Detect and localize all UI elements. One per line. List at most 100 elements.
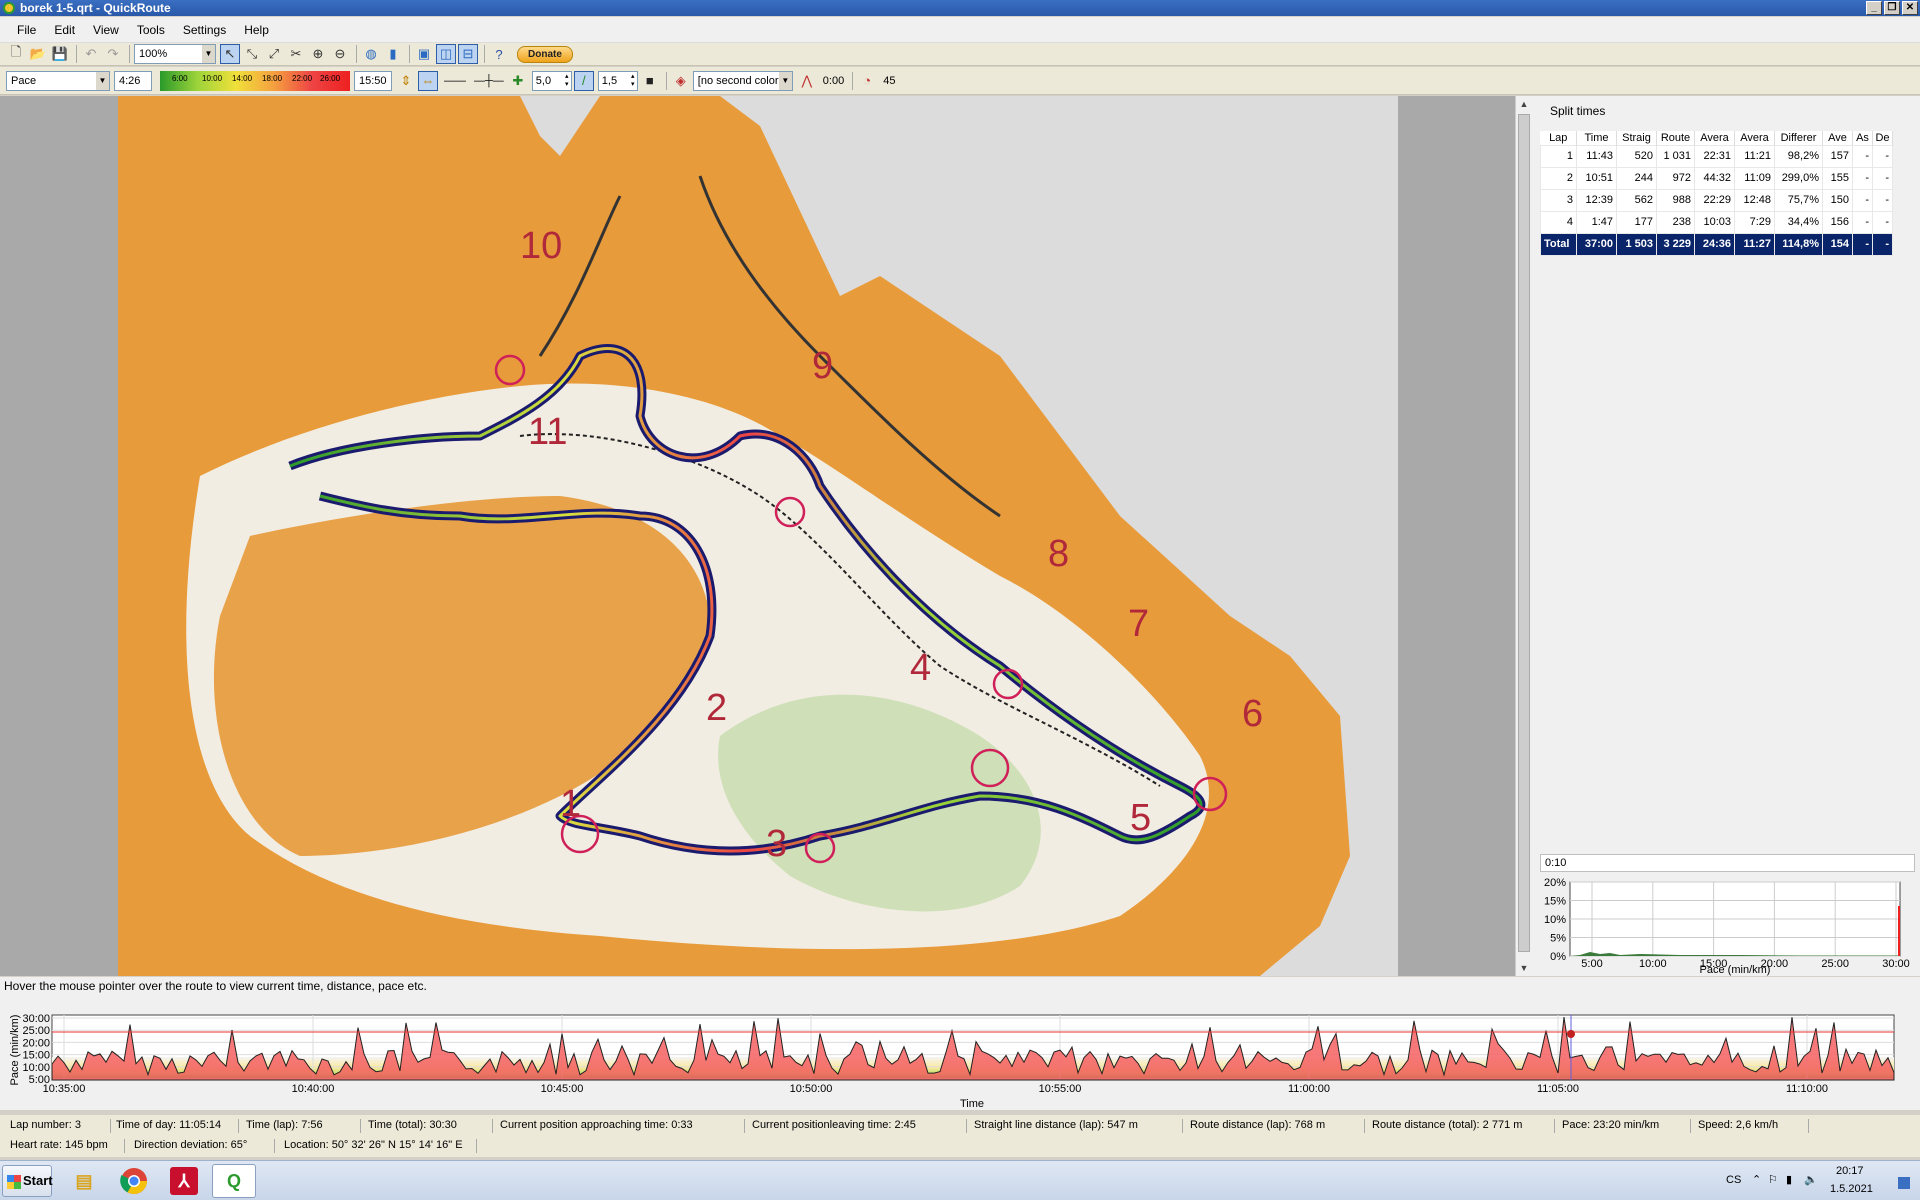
split-cell: 988 — [1656, 188, 1695, 212]
column-header[interactable]: Lap — [1540, 131, 1577, 145]
mask-width-stepper[interactable]: 1,5 — [597, 70, 638, 91]
zoom-route-icon[interactable]: ⤢ — [264, 44, 284, 64]
action-center-flag-icon[interactable]: ⚐ — [1768, 1173, 1778, 1186]
line-graph-y-tick: 15:00 — [22, 1050, 50, 1062]
pointer-tool-icon[interactable]: ↖ — [220, 44, 240, 64]
undo-icon[interactable]: ↶ — [81, 44, 101, 64]
map-export-icon[interactable]: ▮ — [383, 44, 403, 64]
column-header[interactable]: As — [1852, 131, 1873, 145]
threshold-value[interactable]: 45 — [883, 75, 895, 87]
range-min-value: 4:26 — [119, 74, 141, 87]
help-icon[interactable]: ? — [489, 44, 509, 64]
adjust-route-icon[interactable]: ⤡ — [242, 44, 262, 64]
scroll-down-arrow-icon[interactable]: ▼ — [1516, 960, 1532, 976]
volume-icon[interactable]: 🔈 — [1804, 1173, 1818, 1186]
file-explorer-icon[interactable]: ▤ — [62, 1164, 106, 1198]
scroll-up-arrow-icon[interactable]: ▲ — [1516, 96, 1532, 112]
language-indicator[interactable]: CS — [1726, 1174, 1741, 1186]
new-document-icon[interactable]: 🗋 — [6, 44, 26, 64]
right-panel-toggle-icon[interactable]: ▣ — [414, 44, 434, 64]
split-row[interactable]: 2 10:51 244 972 44:32 11:09 299,0% 155- - — [1540, 166, 1893, 190]
column-header[interactable]: Time — [1576, 131, 1617, 145]
minimize-button[interactable]: _ — [1866, 1, 1882, 15]
line-graph-x-tick: 10:50:00 — [790, 1083, 833, 1095]
line-width-stepper[interactable]: 5,0 — [531, 70, 572, 91]
second-color-select[interactable]: [no second color ▼ — [692, 70, 793, 91]
menu-tools[interactable]: Tools — [128, 23, 174, 37]
second-color-icon[interactable]: ◈ — [671, 71, 691, 91]
menu-settings[interactable]: Settings — [174, 23, 235, 37]
split-view-icon[interactable]: ◫ — [436, 44, 456, 64]
show-hidden-icons-icon[interactable]: ⌃ — [1752, 1173, 1761, 1186]
zoom-in-icon[interactable]: ⊕ — [308, 44, 328, 64]
split-cell: 44:32 — [1694, 166, 1735, 190]
color-gradient-slider[interactable]: 6:00 10:00 14:00 18:00 22:00 26:00 — [160, 70, 350, 91]
menu-edit[interactable]: Edit — [45, 23, 84, 37]
menu-view[interactable]: View — [84, 23, 128, 37]
clock-date[interactable]: 1.5.2021 — [1830, 1183, 1873, 1195]
quickroute-taskbar-icon[interactable]: Q — [212, 1164, 256, 1198]
split-total-row[interactable]: Total 37:00 1 503 3 229 24:36 11:27 114,8% 154-… — [1540, 232, 1893, 256]
network-icon[interactable]: ▮ — [1786, 1173, 1792, 1186]
close-button[interactable]: ✕ — [1902, 1, 1918, 15]
route-line-icon[interactable]: ⇔ — [418, 70, 438, 91]
acrobat-reader-icon[interactable]: ⅄ — [162, 1164, 206, 1198]
line-graph-x-tick: 11:10:00 — [1786, 1083, 1828, 1095]
start-label: Start — [23, 1173, 53, 1188]
zoom-select[interactable]: 100% ▼ — [134, 44, 216, 64]
save-icon[interactable]: 💾 — [50, 44, 70, 64]
column-header[interactable]: Route — [1656, 131, 1695, 145]
smoothing-value[interactable]: 0:00 — [823, 75, 844, 87]
split-row[interactable]: 1 11:43 520 1 031 22:31 11:21 98,2% 157- - — [1540, 144, 1893, 168]
pen-icon[interactable]: / — [573, 70, 594, 91]
location-label: Location: 50° 32' 26" N 15° 14' 16" E — [284, 1139, 463, 1151]
gradient-edit-icon[interactable]: ⇕ — [396, 71, 416, 91]
column-header[interactable]: Differer — [1774, 131, 1823, 145]
bottom-panel-toggle-icon[interactable]: ⊟ — [458, 44, 478, 64]
split-cell: 22:31 — [1694, 144, 1735, 168]
chevron-down-icon: ▼ — [778, 71, 792, 90]
line-width-slider[interactable]: —— — [444, 75, 466, 87]
redo-icon[interactable]: ↷ — [103, 44, 123, 64]
marker-icon[interactable]: ✚ — [508, 71, 528, 91]
zoom-out-icon[interactable]: ⊖ — [330, 44, 350, 64]
split-row[interactable]: 4 1:47 177 238 10:03 7:29 34,4% 156- - — [1540, 210, 1893, 234]
globe-icon[interactable]: ◍ — [361, 44, 381, 64]
range-max-value: 15:50 — [359, 74, 387, 87]
range-min-input[interactable]: 4:26 — [114, 70, 152, 91]
threshold-icon[interactable]: ◔ — [857, 71, 877, 91]
route-toolbar: Pace ▼ 4:26 6:00 10:00 14:00 18:00 22:00… — [0, 67, 1920, 95]
histogram-interval-input[interactable]: 0:10 — [1540, 854, 1915, 872]
pace-line-graph[interactable]: 30:0025:0020:0015:0010:005:00 10:35:00 10… — [0, 995, 1920, 1110]
column-header[interactable]: Ave — [1822, 131, 1853, 145]
cut-icon[interactable]: ✂ — [286, 44, 306, 64]
split-cell: 1 031 — [1656, 144, 1695, 168]
map-vertical-scrollbar[interactable]: ▲ ▼ — [1515, 96, 1532, 976]
donate-button[interactable]: Donate — [517, 45, 573, 63]
clock-time[interactable]: 20:17 — [1836, 1165, 1864, 1177]
split-cell: 12:39 — [1576, 188, 1617, 212]
line-graph-x-tick: 11:05:00 — [1537, 1083, 1579, 1095]
map-view[interactable]: 10 9 11 8 7 6 4 2 1 3 5 — [0, 96, 1515, 976]
column-header[interactable]: De — [1872, 131, 1893, 145]
windows-logo-icon — [7, 1175, 21, 1189]
smoothing-icon[interactable]: ⋀ — [797, 71, 817, 91]
orienteering-map[interactable]: 10 9 11 8 7 6 4 2 1 3 5 — [0, 96, 1515, 976]
color-mode-select[interactable]: Pace ▼ — [6, 70, 110, 91]
show-desktop-icon[interactable] — [1898, 1177, 1910, 1189]
restore-button[interactable]: ❐ — [1884, 1, 1900, 15]
column-header[interactable]: Straig — [1616, 131, 1657, 145]
menu-file[interactable]: File — [8, 23, 45, 37]
column-header[interactable]: Avera — [1694, 131, 1735, 145]
open-folder-icon[interactable]: 📂 — [28, 44, 48, 64]
time-total-label: Time (total): 30:30 — [368, 1119, 457, 1131]
start-button[interactable]: Start — [2, 1165, 53, 1197]
chrome-icon[interactable] — [112, 1164, 156, 1198]
mask-slider[interactable]: —┼— — [474, 75, 504, 87]
split-row[interactable]: 3 12:39 562 988 22:29 12:48 75,7% 150- - — [1540, 188, 1893, 212]
column-header[interactable]: Avera — [1734, 131, 1775, 145]
menu-help[interactable]: Help — [235, 23, 278, 37]
scroll-thumb[interactable] — [1518, 114, 1530, 952]
range-max-input[interactable]: 15:50 — [354, 70, 392, 91]
black-color-swatch-icon[interactable]: ■ — [640, 71, 660, 91]
